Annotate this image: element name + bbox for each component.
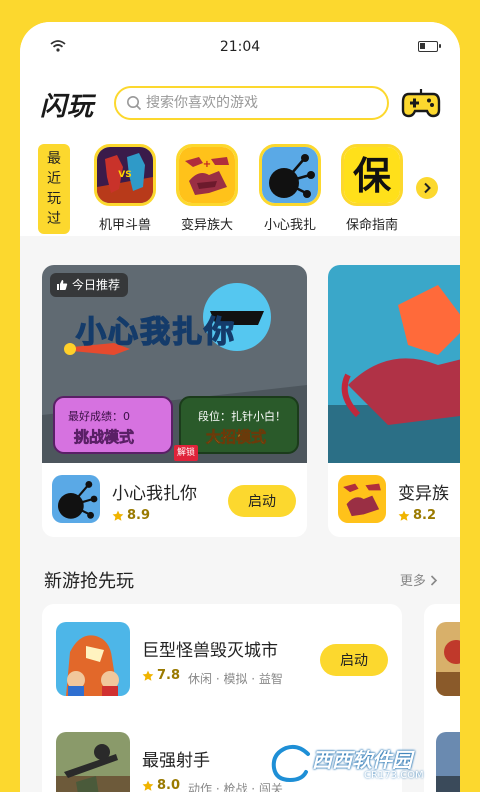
recent-tab-char: 过: [47, 211, 61, 227]
launch-button[interactable]: 启动: [320, 644, 388, 676]
featured-art-best-score: 最好成绩：0: [68, 410, 130, 423]
game-icon-partial: [436, 622, 460, 696]
game-icon-pin: [259, 144, 321, 206]
recent-tab-char: 最: [47, 151, 61, 167]
watermark-logo-icon: [270, 744, 312, 784]
featured-game-rating: 8.2: [398, 508, 436, 523]
featured-art-challenge-mode: 挑战模式: [74, 428, 135, 447]
recent-game-2[interactable]: + 变异族大: [171, 144, 243, 233]
featured-art-title: 小心我扎你: [75, 314, 236, 351]
recent-game-name: 保命指南: [345, 218, 398, 233]
game-name: 巨型怪兽毁灭城市: [142, 641, 278, 661]
svg-text:+: +: [203, 159, 211, 170]
game-icon-mecha: VS: [94, 144, 156, 206]
featured-card-2[interactable]: 变异族 8.2: [328, 265, 460, 537]
recent-tab-char: 近: [47, 171, 61, 187]
status-bar: 21:04: [20, 22, 460, 74]
chevron-right-icon: [430, 575, 438, 586]
game-tags: 休闲 · 模拟 · 益智: [188, 672, 283, 686]
game-rating: 8.0: [142, 778, 180, 792]
featured-art-rank: 段位：扎针小白！: [198, 410, 286, 423]
featured-art-unlock-badge: 解锁: [174, 445, 199, 461]
featured-game-name: 小心我扎你: [112, 484, 197, 504]
game-name: 最强射手: [142, 751, 210, 771]
star-icon: [112, 510, 124, 521]
recommend-tag: 今日推荐: [50, 273, 129, 297]
watermark-brand: 西西软件园: [312, 748, 412, 772]
recent-game-1[interactable]: VS 机甲斗兽: [89, 144, 161, 233]
chevron-right-icon[interactable]: [416, 177, 438, 199]
thumbs-up-icon: [57, 280, 68, 290]
more-link-label: 更多: [399, 574, 426, 589]
svg-text:保: 保: [353, 154, 392, 198]
recent-game-name: 小心我扎: [263, 218, 316, 233]
search-bar[interactable]: [114, 86, 389, 120]
recent-game-3[interactable]: 小心我扎: [254, 144, 326, 233]
svg-text:VS: VS: [118, 170, 131, 180]
recent-game-name: 变异族大: [180, 218, 233, 233]
watermark-url: CR173.COM: [364, 770, 424, 781]
search-icon: [127, 96, 142, 111]
watermark: 西西软件园 CR173.COM: [268, 742, 468, 786]
game-rating: 7.8: [142, 668, 180, 683]
list-item[interactable]: 巨型怪兽毁灭城市 7.8 休闲 · 模拟 · 益智 启动: [42, 604, 402, 714]
recent-game-name: 机甲斗兽: [98, 218, 151, 233]
app-logo: 闪玩: [40, 92, 95, 122]
featured-game-icon: [338, 475, 386, 523]
star-icon: [142, 670, 154, 681]
battery-icon: [418, 41, 441, 52]
game-icon-giant-monster: [56, 622, 130, 696]
star-icon: [142, 780, 154, 791]
phone-screen: 21:04 闪玩 最 近 玩 过: [20, 22, 460, 792]
game-icon-shooter: [56, 732, 130, 792]
more-link[interactable]: 更多: [400, 570, 438, 589]
recently-played: 最 近 玩 过 VS 机甲斗兽 + 变异族大 小心我扎 保 保命指南: [20, 134, 460, 236]
featured-game-art: [328, 265, 460, 463]
star-icon: [398, 510, 410, 521]
section-title-new-games: 新游抢先玩: [44, 571, 134, 592]
featured-game-name: 变异族: [398, 484, 449, 504]
rating-value: 8.2: [413, 508, 437, 523]
status-time: 21:04: [219, 39, 261, 55]
featured-art-ultimate-mode: 大招模式: [206, 428, 267, 447]
gamepad-icon[interactable]: [401, 86, 441, 120]
featured-card-1[interactable]: 小心我扎你 最好成绩：0 挑战模式 段位：扎针小白！ 大招模式 解锁 今日推荐: [42, 265, 307, 537]
game-icon-mutant: +: [176, 144, 238, 206]
search-input[interactable]: [146, 92, 376, 114]
launch-button[interactable]: 启动: [228, 485, 296, 517]
recently-played-tab[interactable]: 最 近 玩 过: [38, 144, 70, 234]
recent-tab-char: 玩: [47, 191, 61, 207]
recommend-tag-label: 今日推荐: [72, 278, 121, 292]
featured-game-icon: [52, 475, 100, 523]
top-bar: 闪玩: [20, 74, 460, 134]
recent-game-4[interactable]: 保 保命指南: [336, 144, 408, 233]
rating-value: 8.9: [127, 508, 151, 523]
rating-value: 8.0: [157, 778, 181, 792]
game-icon-survival-guide: 保: [341, 144, 403, 206]
rating-value: 7.8: [157, 668, 181, 683]
featured-game-rating: 8.9: [112, 508, 150, 523]
